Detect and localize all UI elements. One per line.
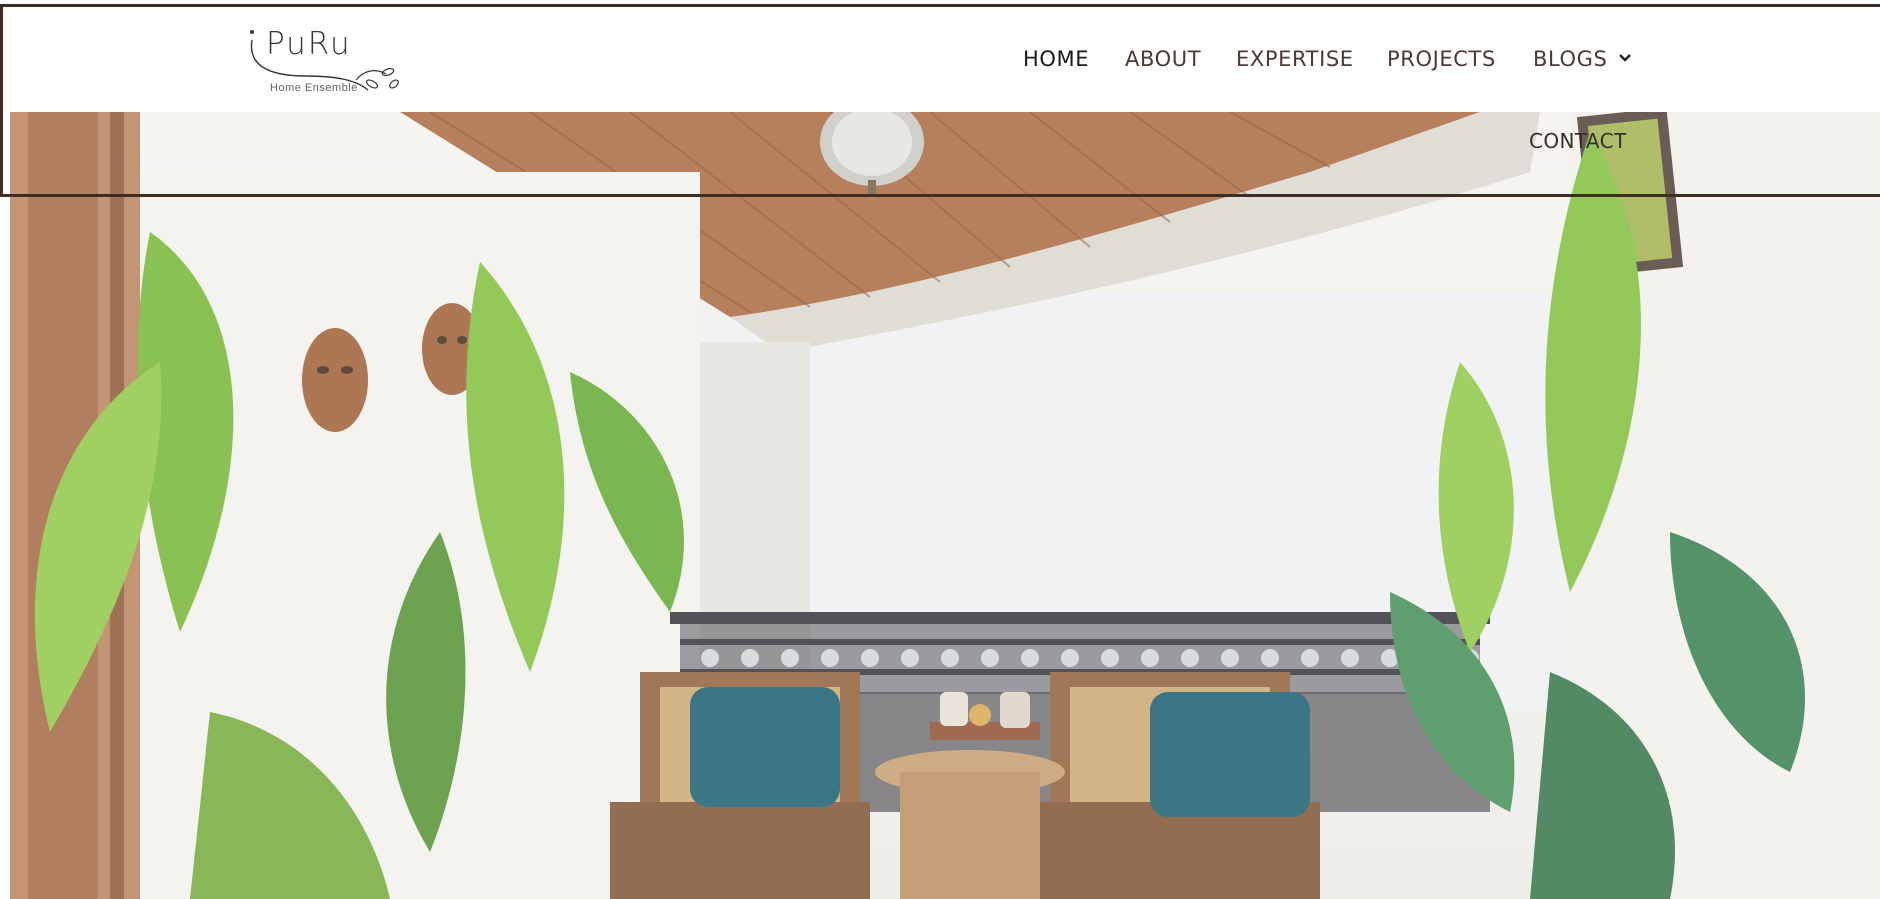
logo-tagline: Home Ensemble [270,82,358,94]
header-top-border [0,4,1880,7]
chevron-down-icon[interactable] [1618,53,1632,63]
nav-projects[interactable]: PROJECTS [1387,47,1496,71]
nav-blogs[interactable]: BLOGS [1533,47,1608,71]
hero-balcony-scene [10,112,1880,899]
hero-image [10,112,1880,899]
header-left-border [0,4,3,196]
nav-contact[interactable]: CONTACT [1529,129,1627,153]
main-nav: HOME ABOUT EXPERTISE PROJECTS BLOGS [0,47,1880,77]
header-bottom-border [0,194,1880,197]
nav-expertise[interactable]: EXPERTISE [1236,47,1354,71]
nav-home[interactable]: HOME [1023,47,1089,71]
nav-about[interactable]: ABOUT [1125,47,1201,71]
